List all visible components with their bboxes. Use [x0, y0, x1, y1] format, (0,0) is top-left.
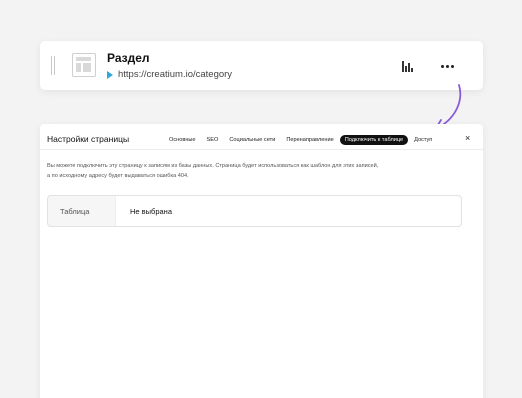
page-layout-icon: [72, 53, 96, 77]
play-icon: [107, 70, 113, 79]
canvas: Раздел https://creatium.io/category Наст…: [0, 0, 522, 398]
panel-title: Настройки страницы: [47, 134, 130, 144]
page-card[interactable]: Раздел https://creatium.io/category: [40, 41, 483, 90]
page-url-row[interactable]: https://creatium.io/category: [107, 69, 232, 80]
page-settings-panel: Настройки страницы Основные SEO Социальн…: [40, 124, 483, 398]
settings-tabs: Основные SEO Социальные сети Перенаправл…: [164, 135, 438, 145]
description-line: Вы можете подключить эту страницу к запи…: [47, 163, 379, 169]
tab-redirect[interactable]: Перенаправление: [281, 135, 338, 145]
tab-seo[interactable]: SEO: [202, 135, 224, 145]
stats-icon[interactable]: [402, 61, 413, 72]
table-select-value[interactable]: Не выбрана: [116, 196, 461, 226]
drag-handle-icon[interactable]: [51, 56, 56, 75]
tab-social[interactable]: Социальные сети: [224, 135, 280, 145]
close-icon[interactable]: ×: [465, 133, 470, 143]
tab-main[interactable]: Основные: [164, 135, 201, 145]
description: Вы можете подключить эту страницу к запи…: [47, 162, 467, 181]
panel-header: Настройки страницы Основные SEO Социальн…: [40, 124, 483, 150]
tab-connect-table[interactable]: Подключить к таблице: [339, 135, 409, 145]
description-line: а по исходному адресу будет выдаваться о…: [47, 172, 189, 179]
table-select-label: Таблица: [48, 196, 116, 226]
table-select[interactable]: Таблица Не выбрана: [47, 195, 462, 227]
page-url[interactable]: https://creatium.io/category: [118, 69, 232, 80]
more-icon[interactable]: [441, 65, 454, 68]
tab-access[interactable]: Доступ: [409, 135, 437, 145]
page-title[interactable]: Раздел: [107, 51, 150, 65]
